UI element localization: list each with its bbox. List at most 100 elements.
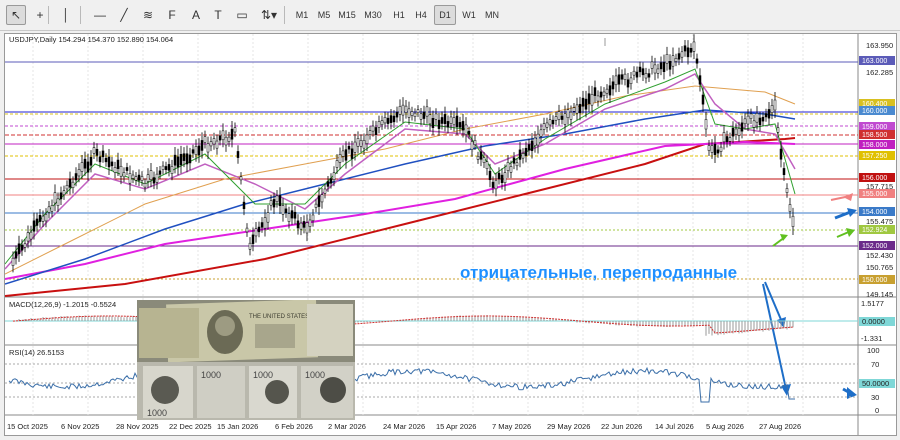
text-icon[interactable]: A	[186, 5, 206, 25]
candle-body	[95, 149, 99, 156]
cursor-icon[interactable]: ↖	[6, 5, 26, 25]
candle-body	[155, 173, 159, 183]
timeframe-h1-button[interactable]: H1	[388, 5, 410, 25]
main-pane[interactable]	[5, 34, 858, 297]
candle-body	[659, 62, 663, 70]
toolbar-separator	[48, 6, 49, 24]
candle-body	[56, 198, 60, 206]
candle-body	[311, 214, 315, 222]
candle-body	[308, 219, 312, 227]
fibonacci-icon[interactable]: F	[162, 5, 182, 25]
vertical-line-icon[interactable]: │	[56, 5, 76, 25]
candle-body	[389, 115, 393, 123]
candle-body	[92, 147, 96, 154]
arrow-rsi-icon	[762, 283, 787, 390]
candle-body	[425, 106, 429, 117]
candle-body	[635, 71, 639, 78]
candle-body	[743, 118, 747, 125]
candle-body	[212, 138, 216, 145]
candle-body	[548, 119, 552, 126]
date-label: 28 Nov 2025	[116, 422, 159, 431]
channel-icon[interactable]: ≋	[138, 5, 158, 25]
candle-body	[737, 128, 741, 136]
timeframe-m5-button[interactable]: M5	[313, 5, 335, 25]
timeframe-d1-button[interactable]: D1	[434, 5, 456, 25]
candle-body	[293, 211, 297, 219]
level-badge-text: 163.000	[862, 58, 887, 65]
candle-body	[521, 153, 525, 159]
candle-body	[599, 91, 603, 98]
candle-body	[593, 87, 597, 96]
candle-body	[752, 120, 756, 128]
timeframe-m1-button[interactable]: M1	[291, 5, 313, 25]
candle-body	[113, 167, 117, 173]
candle-body	[587, 93, 591, 104]
timeframe-m30-button[interactable]: M30	[362, 5, 384, 25]
candle-body	[119, 165, 123, 177]
candle-body	[596, 95, 600, 102]
candle-body	[458, 122, 462, 128]
candle-body	[674, 58, 678, 62]
candle-body	[359, 140, 363, 147]
candle-body	[290, 210, 294, 219]
chart-header: USDJPY,Daily 154.294 154.370 152.890 154…	[9, 35, 173, 44]
candle-body	[50, 205, 54, 212]
candle-body	[692, 41, 696, 52]
crosshair-icon[interactable]: +	[30, 5, 50, 25]
arrows-icon[interactable]: ⇅▾	[256, 5, 282, 25]
chart-window[interactable]: USDJPY,Daily 154.294 154.370 152.890 154…	[4, 33, 897, 436]
candle-body	[647, 73, 651, 78]
candle-body	[704, 119, 708, 130]
candle-body	[314, 203, 318, 208]
candle-body	[251, 234, 255, 244]
level-badge-text: 154.000	[862, 209, 887, 216]
candle-body	[755, 113, 759, 123]
candle-body	[710, 145, 714, 153]
candle-body	[632, 70, 636, 76]
candle-body	[152, 177, 156, 184]
candle-body	[104, 157, 108, 163]
candle-body	[26, 232, 30, 242]
timeframe-h4-button[interactable]: H4	[410, 5, 432, 25]
candle-body	[335, 160, 339, 168]
candle-body	[722, 132, 726, 143]
candle-body	[488, 170, 492, 181]
candle-body	[197, 145, 201, 156]
candle-body	[404, 105, 408, 113]
candle-body	[164, 166, 168, 170]
candle-body	[53, 192, 57, 204]
candle-body	[665, 54, 669, 64]
date-label: 6 Nov 2025	[61, 422, 99, 431]
candle-body	[455, 115, 459, 128]
timeframe-m15-button[interactable]: M15	[336, 5, 358, 25]
label-icon[interactable]: T	[208, 5, 228, 25]
candle-body	[347, 145, 351, 150]
candle-body	[167, 164, 171, 171]
candle-body	[134, 176, 138, 181]
candle-body	[614, 75, 618, 86]
candle-body	[461, 121, 465, 131]
shapes-icon[interactable]: ▭	[232, 5, 252, 25]
candle-body	[269, 200, 273, 206]
level-badge-text: 158.000	[862, 142, 887, 149]
candle-body	[344, 149, 348, 161]
date-label: 22 Jun 2026	[601, 422, 642, 431]
candle-body	[299, 222, 303, 230]
candle-body	[683, 45, 687, 52]
horizontal-line-icon[interactable]: —	[90, 5, 110, 25]
candle-body	[128, 173, 132, 184]
timeframe-mn-button[interactable]: MN	[481, 5, 503, 25]
candle-body	[266, 212, 270, 223]
candle-body	[392, 115, 396, 123]
rsi-axis-100: 100	[867, 346, 880, 355]
candle-body	[653, 64, 657, 74]
date-label: 22 Dec 2025	[169, 422, 212, 431]
candle-body	[227, 136, 231, 142]
timeframe-w1-button[interactable]: W1	[458, 5, 480, 25]
candle-body	[341, 150, 345, 157]
candle-body	[218, 135, 222, 141]
trendline-icon[interactable]: ╱	[114, 5, 134, 25]
level-badge-text: 158.500	[862, 132, 887, 139]
price-label: 152.430	[866, 251, 893, 260]
candle-body	[554, 116, 558, 121]
